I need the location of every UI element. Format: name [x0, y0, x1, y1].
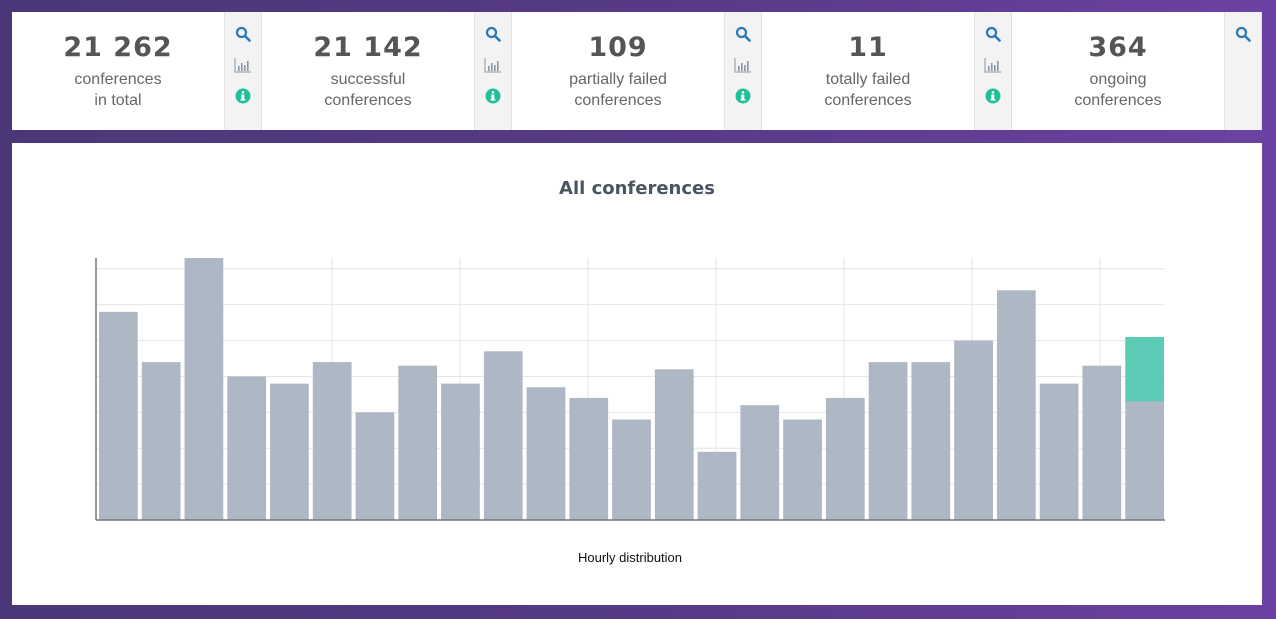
stat-card-content: 364 ongoing conferences: [1012, 12, 1224, 130]
stat-value: 11: [848, 32, 888, 63]
bar: [99, 311, 138, 520]
search-icon[interactable]: [234, 25, 252, 43]
bar: [954, 340, 993, 520]
info-icon[interactable]: [734, 87, 752, 105]
card-toolbar: [724, 12, 761, 130]
card-toolbar: [474, 12, 511, 130]
stat-label: successful conferences: [262, 69, 474, 111]
bar: [526, 387, 566, 520]
bar: [441, 383, 480, 520]
bar: [270, 383, 309, 520]
bar: [184, 258, 224, 520]
stat-card: 11 totally failed conferences: [762, 12, 1012, 130]
stat-card: 364 ongoing conferences: [1012, 12, 1262, 130]
stat-label-line-2: conferences: [574, 92, 662, 109]
bar-chart: [95, 258, 1165, 521]
stat-card-content: 21 142 successful conferences: [262, 12, 474, 130]
stat-card-content: 11 totally failed conferences: [762, 12, 974, 130]
card-toolbar: [1224, 12, 1261, 130]
bar-highlight: [1125, 336, 1164, 402]
x-axis-label: Hourly distribution: [577, 550, 683, 565]
bar: [868, 362, 908, 520]
stat-label-line-1: ongoing: [1089, 71, 1147, 88]
stat-card-content: 21 262 conferences in total: [12, 12, 224, 130]
bar: [483, 351, 523, 520]
bar: [227, 376, 267, 520]
bar-chart-icon[interactable]: [734, 56, 752, 74]
stat-label: conferences in total: [12, 69, 224, 111]
stat-card: 21 262 conferences in total: [12, 12, 262, 130]
stat-label-line-2: conferences: [324, 92, 412, 109]
stat-label: totally failed conferences: [762, 69, 974, 111]
bar: [911, 362, 951, 520]
bar: [740, 405, 780, 520]
stat-value: 109: [588, 32, 648, 63]
stat-card: 109 partially failed conferences: [512, 12, 762, 130]
info-icon[interactable]: [484, 87, 502, 105]
bar: [312, 362, 352, 520]
card-toolbar: [974, 12, 1011, 130]
stat-label-line-1: partially failed: [569, 71, 667, 88]
stat-label-line-2: in total: [94, 92, 142, 109]
card-toolbar: [224, 12, 261, 130]
stat-value: 21 262: [63, 32, 173, 63]
bar: [697, 451, 737, 520]
chart-panel: All conferences Hourly distribution: [12, 143, 1262, 605]
bar: [1082, 365, 1122, 520]
stat-value: 364: [1088, 32, 1148, 63]
stat-label-line-2: conferences: [1074, 92, 1162, 109]
info-icon[interactable]: [984, 87, 1002, 105]
bar: [141, 362, 181, 520]
info-icon[interactable]: [234, 87, 252, 105]
stat-card-content: 109 partially failed conferences: [512, 12, 724, 130]
bar: [654, 369, 694, 520]
stat-label: partially failed conferences: [512, 69, 724, 111]
bar-chart-icon[interactable]: [234, 56, 252, 74]
bar: [825, 397, 865, 520]
bar-chart-icon[interactable]: [484, 56, 502, 74]
stat-label-line-2: conferences: [824, 92, 912, 109]
stat-label-line-1: conferences: [74, 71, 162, 88]
summary-cards: 21 262 conferences in total 21 142 succes…: [12, 12, 1262, 130]
bar: [569, 397, 609, 520]
bar: [1125, 401, 1164, 520]
search-icon[interactable]: [734, 25, 752, 43]
search-icon[interactable]: [484, 25, 502, 43]
bar: [1039, 383, 1079, 520]
bar: [398, 365, 438, 520]
search-icon[interactable]: [1234, 25, 1252, 43]
search-icon[interactable]: [984, 25, 1002, 43]
bar: [355, 412, 395, 520]
stat-label-line-1: totally failed: [825, 71, 911, 88]
stat-label-line-1: successful: [330, 71, 406, 88]
bar: [612, 419, 651, 520]
bar: [996, 290, 1036, 520]
bar-chart-icon[interactable]: [984, 56, 1002, 74]
stat-value: 21 142: [313, 32, 423, 63]
stat-label: ongoing conferences: [1012, 69, 1224, 111]
bar: [783, 419, 822, 520]
stat-card: 21 142 successful conferences: [262, 12, 512, 130]
